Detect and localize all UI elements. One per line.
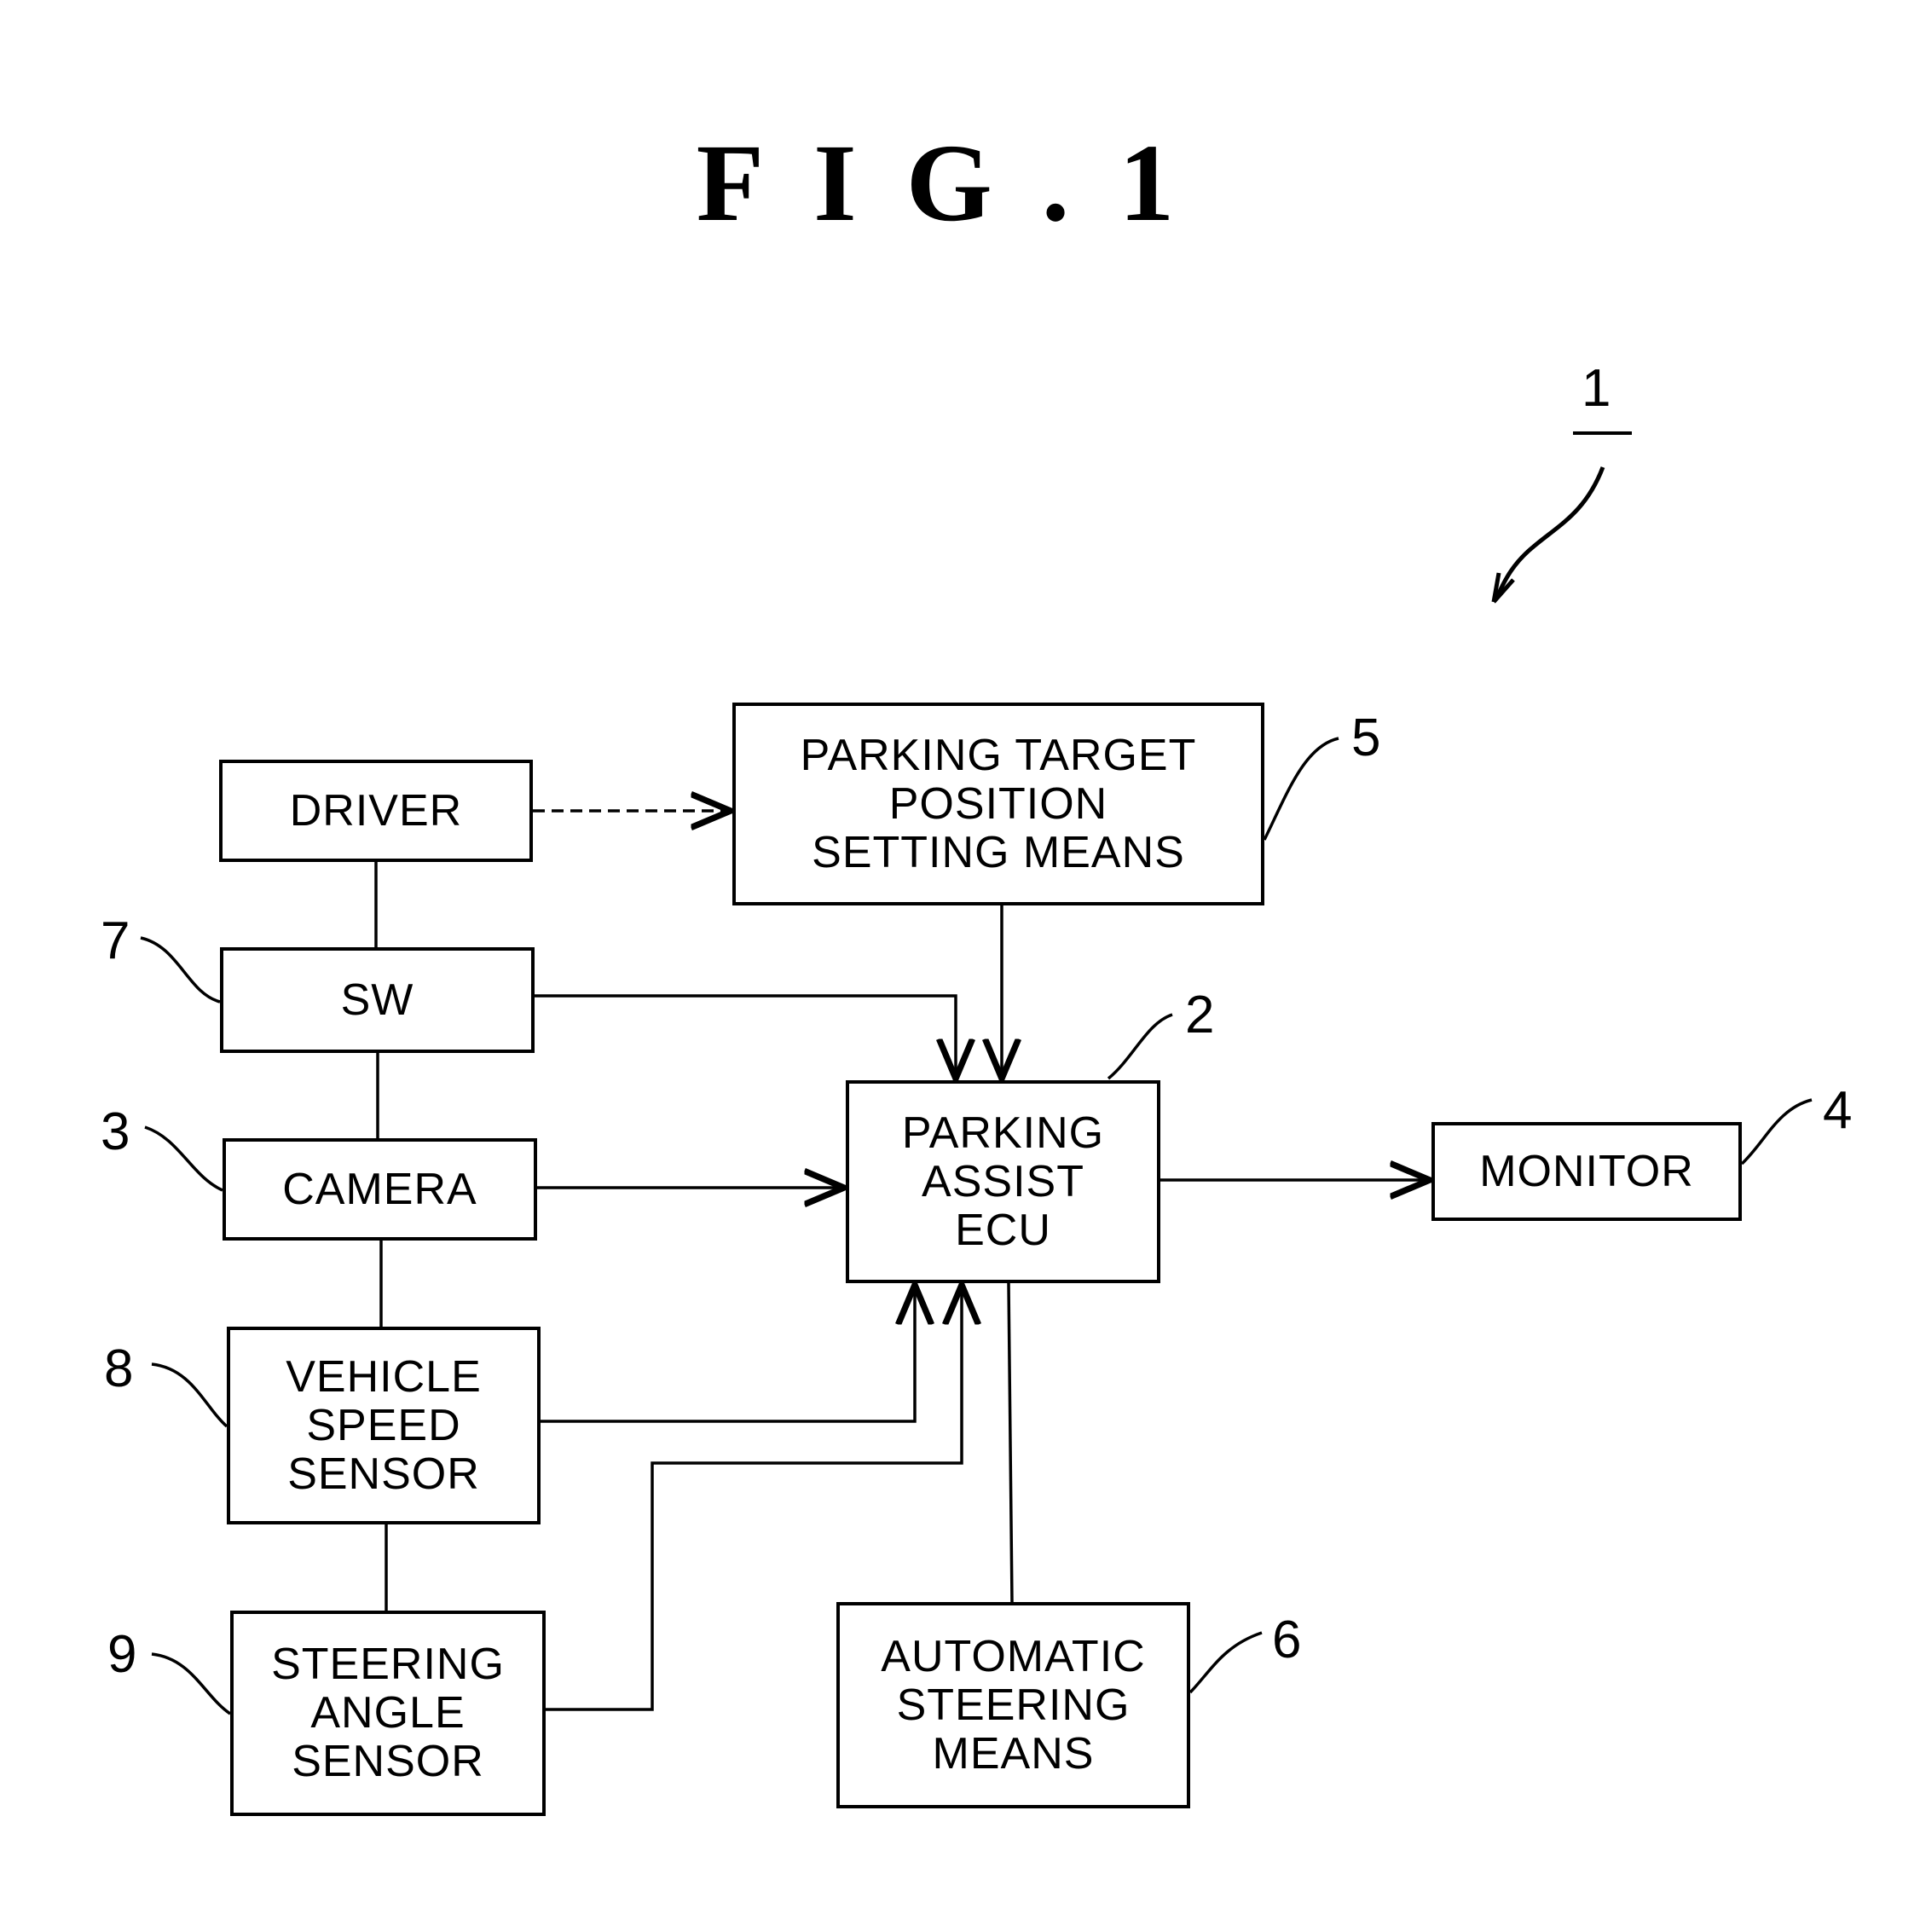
leader-6: [1188, 1631, 1263, 1694]
block-steer-angle-line-1: STEERING: [271, 1640, 505, 1689]
leader-9: [151, 1652, 231, 1715]
block-auto-steer-line-1: AUTOMATIC: [881, 1631, 1146, 1681]
block-camera-label: CAMERA: [282, 1164, 477, 1214]
block-sw: SW: [220, 947, 535, 1053]
ref-numeral-7: 7: [101, 911, 130, 970]
ref-numeral-8: 8: [104, 1339, 134, 1398]
block-sw-label: SW: [340, 975, 414, 1025]
block-vehicle-speed-sensor: VEHICLE SPEED SENSOR: [227, 1327, 541, 1524]
block-steering-angle-sensor: STEERING ANGLE SENSOR: [230, 1611, 546, 1816]
block-parking-target-position-setting-means: PARKING TARGET POSITION SETTING MEANS: [732, 703, 1264, 905]
block-target-line-1: PARKING TARGET: [800, 730, 1197, 780]
leader-4: [1740, 1098, 1813, 1166]
connector-speed-ecu: [541, 1285, 915, 1423]
ref-numeral-2: 2: [1185, 986, 1215, 1044]
block-speed-line-2: SPEED: [306, 1400, 461, 1450]
block-monitor-label: MONITOR: [1479, 1146, 1694, 1196]
block-speed-line-1: VEHICLE: [286, 1351, 482, 1402]
block-driver-label: DRIVER: [289, 785, 463, 836]
leader-3: [144, 1125, 223, 1192]
ref-numeral-5: 5: [1351, 709, 1381, 767]
ref-numeral-9: 9: [107, 1625, 137, 1684]
block-auto-steer-line-2: STEERING: [896, 1680, 1131, 1730]
block-camera: CAMERA: [223, 1138, 537, 1241]
block-target-line-2: POSITION: [888, 778, 1108, 829]
system-ref-numeral: 1: [1582, 359, 1611, 418]
block-target-line-3: SETTING MEANS: [812, 827, 1185, 877]
leader-2: [1107, 1013, 1173, 1080]
block-steer-angle-line-2: ANGLE: [310, 1688, 466, 1738]
block-ecu-line-2: ASSIST: [922, 1156, 1084, 1206]
connector-sw-ecu: [535, 994, 956, 1079]
block-speed-line-3: SENSOR: [287, 1449, 480, 1499]
block-parking-assist-ecu: PARKING ASSIST ECU: [846, 1080, 1160, 1283]
block-ecu-line-1: PARKING: [901, 1108, 1105, 1158]
ref-numeral-3: 3: [101, 1102, 130, 1161]
block-ecu-line-3: ECU: [955, 1205, 1051, 1255]
system-ref-arrow-icon: [1495, 466, 1605, 599]
ref-numeral-4: 4: [1823, 1081, 1853, 1140]
leader-7: [140, 936, 221, 1004]
block-monitor: MONITOR: [1431, 1122, 1742, 1221]
leader-8: [151, 1362, 228, 1428]
block-steer-angle-line-3: SENSOR: [292, 1737, 484, 1786]
block-driver: DRIVER: [219, 760, 533, 862]
ref-numeral-6: 6: [1272, 1611, 1302, 1669]
leader-5: [1263, 737, 1339, 841]
connector-ecu-autosteer: [1007, 1282, 1014, 1603]
block-auto-steer-line-3: MEANS: [932, 1728, 1095, 1779]
block-automatic-steering-means: AUTOMATIC STEERING MEANS: [836, 1602, 1190, 1808]
